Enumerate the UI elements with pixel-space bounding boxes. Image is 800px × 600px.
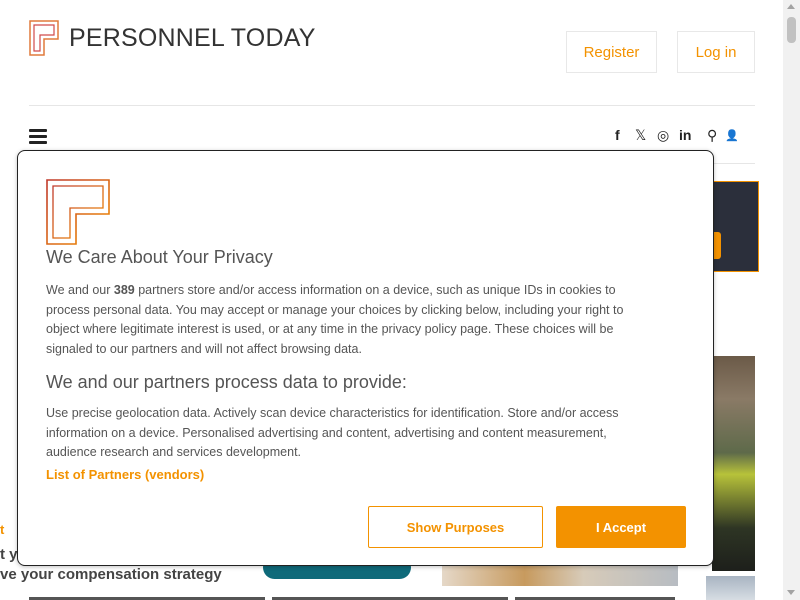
article-image-2[interactable] [706,576,755,600]
scrollbar-thumb[interactable] [787,17,796,43]
promo-text-partial: t y [0,546,18,563]
utility-icons: ⚲ 👤 [707,126,739,144]
purposes-heading: We and our partners process data to prov… [46,372,407,392]
consent-intro: We and our 389 partners store and/or acc… [46,283,624,356]
header-divider [29,105,755,106]
menu-icon[interactable] [29,129,47,147]
scroll-up-icon[interactable] [787,4,795,9]
instagram-icon[interactable]: ◎ [657,127,679,144]
site-logo[interactable] [29,20,59,56]
social-links: f 𝕏 ◎ in [615,126,703,144]
purposes-text: Use precise geolocation data. Actively s… [46,406,619,459]
partner-count: 389 [113,283,135,297]
dialog-title: We Care About Your Privacy [46,247,273,267]
site-name[interactable]: PERSONNEL TODAY [69,24,316,53]
x-twitter-icon[interactable]: 𝕏 [635,127,657,144]
scroll-down-icon[interactable] [787,590,795,595]
promo-fragment: t [0,522,5,537]
brand-logo [46,179,110,245]
privacy-consent-dialog: We Care About Your Privacy We and our 38… [17,150,714,566]
user-icon[interactable]: 👤 [725,129,739,142]
article-image[interactable] [712,356,755,571]
show-purposes-button[interactable]: Show Purposes [368,506,543,548]
facebook-icon[interactable]: f [615,127,635,143]
search-icon[interactable]: ⚲ [707,127,725,144]
login-button[interactable]: Log in [677,31,755,73]
page-scrollbar[interactable] [783,0,800,600]
accept-button[interactable]: I Accept [556,506,686,548]
promo-text[interactable]: ve your compensation strategy [0,566,222,583]
vendors-link[interactable]: List of Partners (vendors) [46,467,204,482]
register-button[interactable]: Register [566,31,657,73]
linkedin-icon[interactable]: in [679,127,703,143]
